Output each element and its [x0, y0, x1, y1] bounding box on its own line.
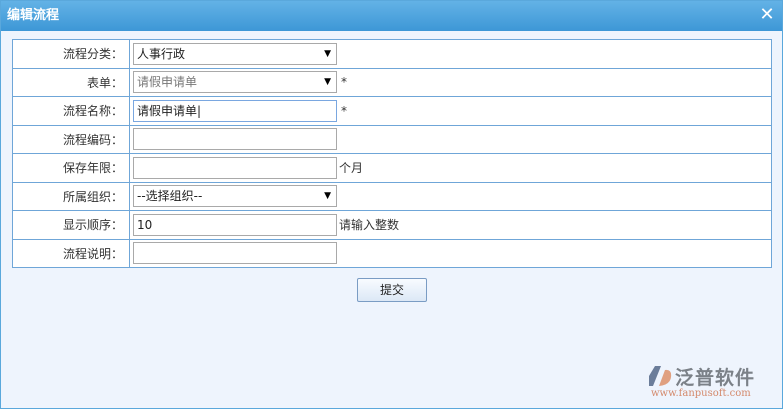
row-name: 流程名称： 请假申请单| * — [12, 96, 772, 126]
row-form: 表单： 请假申请单 ▼ * — [12, 67, 772, 97]
dialog-titlebar: 编辑流程 ✕ — [1, 1, 782, 31]
flow-name-value: 请假申请单 — [137, 103, 198, 118]
dialog-title: 编辑流程 — [7, 8, 60, 23]
label-org: 所属组织： — [12, 181, 130, 211]
flow-code-input[interactable] — [133, 128, 337, 151]
flow-form: 流程分类： 人事行政 ▼ 表单： 请假申请单 ▼ * 流程名称： 请假申请单| * 流程… — [12, 39, 772, 268]
close-icon[interactable]: ✕ — [758, 6, 776, 24]
row-order: 显示顺序： 10 请输入整数 — [12, 210, 772, 240]
order-input[interactable]: 10 — [133, 213, 337, 236]
logo-url: www.fanpusoft.com — [651, 388, 751, 399]
row-desc: 流程说明： — [12, 238, 772, 268]
row-code: 流程编码： — [12, 124, 772, 154]
label-form: 表单： — [12, 67, 130, 97]
label-order: 显示顺序： — [12, 210, 130, 240]
retention-input[interactable] — [133, 156, 337, 179]
fanpu-logo: 泛普软件 www.fanpusoft.com — [647, 363, 772, 403]
label-category: 流程分类： — [12, 39, 130, 69]
label-retention: 保存年限： — [12, 153, 130, 183]
description-input[interactable] — [133, 242, 337, 265]
retention-unit: 个月 — [339, 161, 364, 176]
label-desc: 流程说明： — [12, 238, 130, 268]
row-org: 所属组织： --选择组织-- ▼ — [12, 181, 772, 211]
label-name: 流程名称： — [12, 96, 130, 126]
org-select[interactable]: --选择组织-- ▼ — [133, 185, 337, 208]
logo-icon — [649, 366, 672, 386]
dropdown-arrow-icon: ▼ — [324, 191, 331, 202]
form-value: 请假申请单 — [137, 75, 198, 90]
required-mark: * — [341, 103, 347, 118]
category-select[interactable]: 人事行政 ▼ — [133, 42, 337, 65]
org-value: --选择组织-- — [137, 189, 203, 204]
order-hint: 请输入整数 — [339, 218, 400, 233]
submit-button[interactable]: 提交 — [357, 278, 427, 302]
dropdown-arrow-icon: ▼ — [324, 48, 331, 59]
flow-name-input[interactable]: 请假申请单| — [133, 99, 337, 122]
row-category: 流程分类： 人事行政 ▼ — [12, 39, 772, 69]
logo-name: 泛普软件 — [675, 367, 756, 389]
dropdown-arrow-icon: ▼ — [324, 77, 331, 88]
label-code: 流程编码： — [12, 124, 130, 154]
form-select[interactable]: 请假申请单 ▼ — [133, 71, 337, 94]
required-mark: * — [341, 75, 347, 90]
row-retention: 保存年限： 个月 — [12, 153, 772, 183]
category-value: 人事行政 — [137, 46, 186, 61]
